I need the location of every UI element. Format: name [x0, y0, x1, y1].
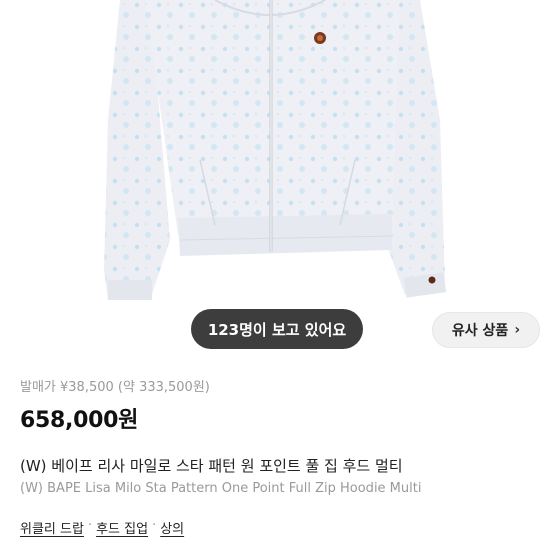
similar-products-button[interactable]: 유사 상품 › [432, 312, 540, 348]
current-price: 658,000원 [20, 408, 139, 433]
chevron-right-icon: › [514, 322, 521, 338]
viewer-count-label: 123명이 보고 있어요 [207, 320, 347, 339]
category-breadcrumb: 위클리 드랍 · 후드 집업 · 상의 [20, 518, 184, 537]
breadcrumb-separator: · [87, 518, 93, 533]
product-title-korean: (W) 베이프 리사 마일로 스타 패턴 원 포인트 풀 집 후드 멀티 [20, 457, 403, 475]
category-link-hood-zipup[interactable]: 후드 집업 [96, 518, 148, 537]
category-link-top[interactable]: 상의 [160, 518, 184, 537]
breadcrumb-separator: · [152, 518, 157, 533]
product-title-english: (W) BAPE Lisa Milo Sta Pattern One Point… [20, 481, 422, 496]
similar-products-label: 유사 상품 [451, 323, 509, 339]
category-link-weekly-drop[interactable]: 위클리 드랍 [20, 518, 84, 537]
release-price: 발매가 ¥38,500 (약 333,500원) [20, 380, 210, 395]
viewer-count-badge: 123명이 보고 있어요 [191, 309, 363, 349]
product-image[interactable]: 123명이 보고 있어요 유사 상품 › [0, 0, 553, 368]
